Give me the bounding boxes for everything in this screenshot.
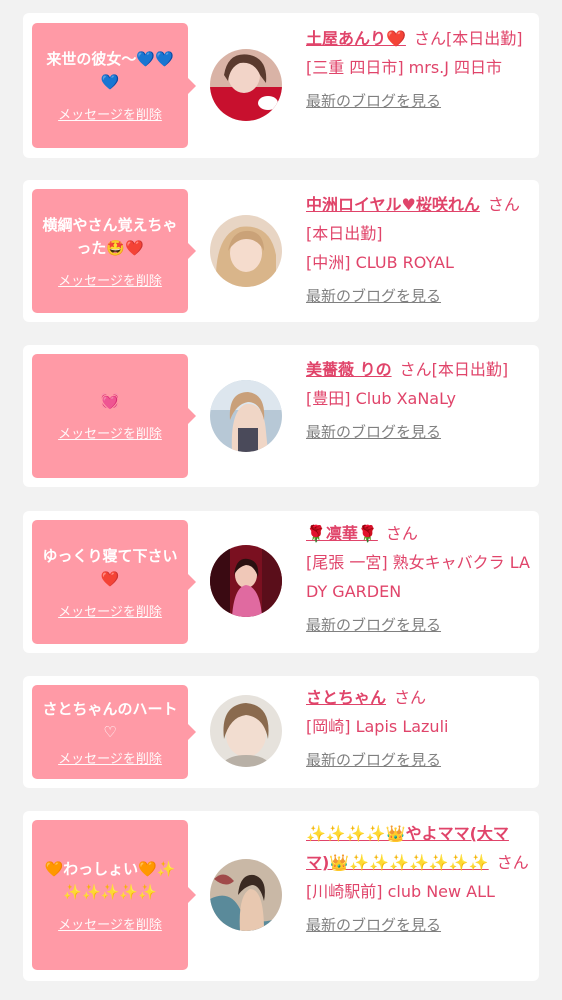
delete-message-link[interactable]: メッセージを削除 (58, 104, 162, 123)
blog-link[interactable]: 最新のブログを見る (306, 285, 441, 306)
list-item: 🧡わっしょい🧡✨✨✨✨✨✨ メッセージを削除 ✨✨✨✨👑やよママ(大ママ)👑✨✨… (23, 811, 539, 981)
list-item: 来世の彼女〜💙💙💙 メッセージを削除 土屋あんり❤️ さん[本日出勤] [三重 四… (23, 13, 539, 158)
delete-message-link[interactable]: メッセージを削除 (58, 914, 162, 933)
honorific: さん (385, 524, 418, 543)
blog-link[interactable]: 最新のブログを見る (306, 90, 441, 111)
name-link[interactable]: さとちゃん (306, 688, 386, 707)
message-text: 来世の彼女〜💙💙💙 (46, 50, 174, 91)
blog-link[interactable]: 最新のブログを見る (306, 749, 441, 770)
list-item: さとちゃんのハート♡ メッセージを削除 さとちゃん さん [岡崎] Lapis L… (23, 676, 539, 788)
info: 土屋あんり❤️ さん[本日出勤] [三重 四日市] mrs.J 四日市 最新のブロ… (306, 24, 531, 111)
message-bubble: 横綱やさん覚えちゃった🤩❤️ メッセージを削除 (32, 189, 196, 313)
message-text: ゆっくり寝て下さい❤️ (42, 546, 178, 588)
honorific: さん (394, 688, 427, 707)
avatar[interactable] (210, 380, 282, 452)
shop-text: [三重 四日市] mrs.J 四日市 (306, 58, 503, 77)
shop-text: [岡崎] Lapis Lazuli (306, 717, 449, 736)
name-link[interactable]: 美薔薇 りの (306, 360, 392, 379)
avatar[interactable] (210, 859, 282, 931)
info: ✨✨✨✨👑やよママ(大ママ)👑✨✨✨✨✨✨✨ さん [川崎駅前] club New… (306, 819, 531, 935)
delete-message-link[interactable]: メッセージを削除 (58, 270, 162, 289)
delete-message-link[interactable]: メッセージを削除 (58, 748, 162, 767)
blog-link[interactable]: 最新のブログを見る (306, 421, 441, 442)
shop-text: [尾張 一宮] 熟女キャバクラ LADY GARDEN (306, 553, 530, 601)
info: 中洲ロイヤル♥桜咲れん さん [本日出勤] [中洲] CLUB ROYAL 最新のブ… (306, 190, 531, 306)
message-bubble: ゆっくり寝て下さい❤️ メッセージを削除 (32, 520, 196, 644)
blog-link[interactable]: 最新のブログを見る (306, 914, 441, 935)
avatar[interactable] (210, 695, 282, 767)
message-bubble: 🧡わっしょい🧡✨✨✨✨✨✨ メッセージを削除 (32, 820, 196, 970)
message-text: 💓 (100, 392, 120, 410)
name-link[interactable]: 🌹凛華🌹 (306, 524, 378, 543)
message-bubble: 来世の彼女〜💙💙💙 メッセージを削除 (32, 23, 196, 148)
name-link[interactable]: ✨✨✨✨👑やよママ(大ママ)👑✨✨✨✨✨✨✨ (306, 824, 509, 872)
honorific: さん (487, 195, 520, 214)
delete-message-link[interactable]: メッセージを削除 (58, 423, 162, 442)
avatar[interactable] (210, 545, 282, 617)
avatar[interactable] (210, 49, 282, 121)
message-text: 横綱やさん覚えちゃった🤩❤️ (42, 215, 178, 257)
delete-message-link[interactable]: メッセージを削除 (58, 601, 162, 620)
blog-link[interactable]: 最新のブログを見る (306, 614, 441, 635)
message-bubble: さとちゃんのハート♡ メッセージを削除 (32, 685, 196, 779)
shop-text: [川崎駅前] club New ALL (306, 882, 495, 901)
honorific: さん (399, 360, 432, 379)
list-item: 💓 メッセージを削除 美薔薇 りの さん[本日出勤] [豊田] Club XaNa… (23, 345, 539, 487)
list-item: ゆっくり寝て下さい❤️ メッセージを削除 🌹凛華🌹 さん [尾張 一宮] 熟女キャ… (23, 511, 539, 653)
info: さとちゃん さん [岡崎] Lapis Lazuli 最新のブログを見る (306, 683, 531, 770)
status-text: [本日出勤] (306, 224, 383, 243)
list-item: 横綱やさん覚えちゃった🤩❤️ メッセージを削除 中洲ロイヤル♥桜咲れん さん [本日… (23, 180, 539, 322)
avatar[interactable] (210, 215, 282, 287)
info: 美薔薇 りの さん[本日出勤] [豊田] Club XaNaLy 最新のブログを見… (306, 355, 531, 442)
shop-text: [豊田] Club XaNaLy (306, 389, 457, 408)
name-link[interactable]: 土屋あんり❤️ (306, 29, 406, 48)
info: 🌹凛華🌹 さん [尾張 一宮] 熟女キャバクラ LADY GARDEN 最新のブロ… (306, 519, 531, 635)
message-text: さとちゃんのハート♡ (42, 699, 178, 741)
honorific: さん (496, 853, 529, 872)
honorific: さん (413, 29, 446, 48)
message-text: 🧡わっしょい🧡✨✨✨✨✨✨ (44, 859, 176, 901)
status-text: [本日出勤] (431, 360, 509, 379)
name-link[interactable]: 中洲ロイヤル♥桜咲れん (306, 195, 480, 214)
shop-text: [中洲] CLUB ROYAL (306, 253, 454, 272)
message-bubble: 💓 メッセージを削除 (32, 354, 196, 478)
status-text: [本日出勤] (445, 29, 523, 48)
